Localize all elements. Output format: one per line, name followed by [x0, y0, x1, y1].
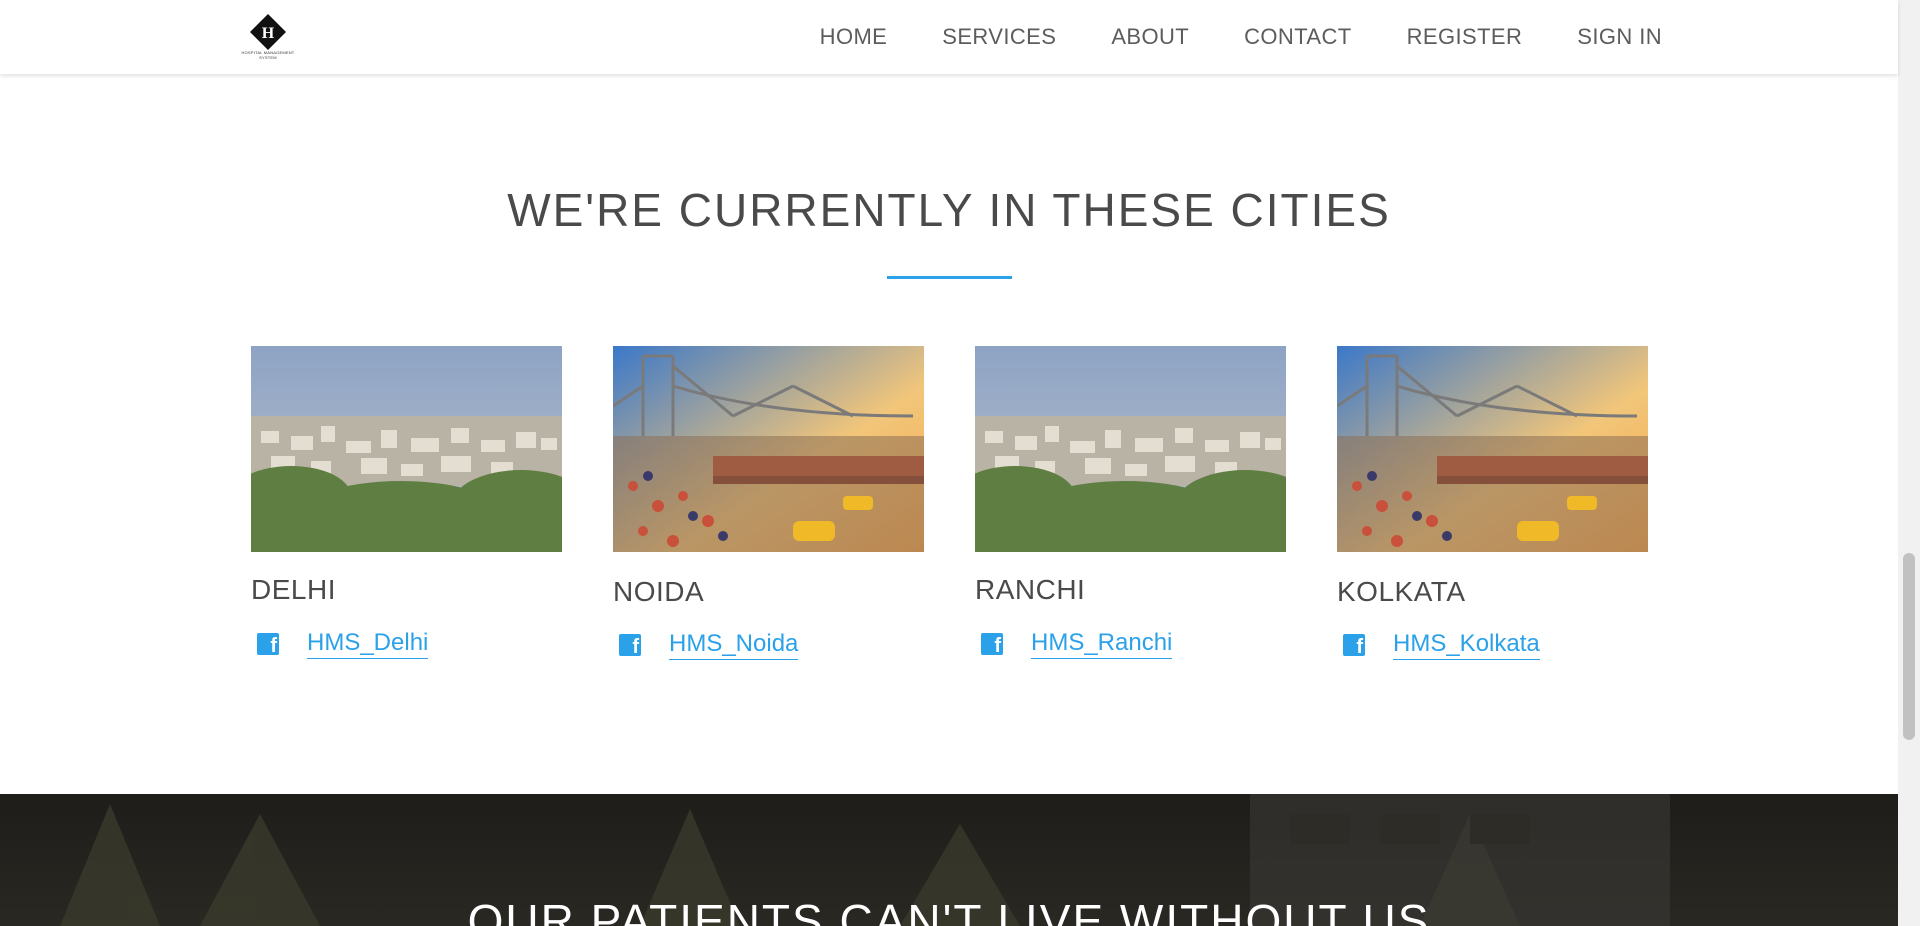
site-logo[interactable]: H HOSPITAL MANAGEMENT SYSTEM — [238, 12, 298, 60]
city-photo — [975, 346, 1286, 552]
facebook-icon[interactable]: f — [981, 633, 1003, 656]
city-facebook-link[interactable]: HMS_Kolkata — [1393, 630, 1540, 660]
nav-register[interactable]: REGISTER — [1407, 24, 1523, 50]
city-name: DELHI — [251, 574, 336, 605]
city-social-row: f HMS_Kolkata — [1343, 630, 1540, 660]
logo-caption: HOSPITAL MANAGEMENT SYSTEM — [241, 50, 295, 60]
city-photo — [251, 346, 562, 552]
city-social-row: f HMS_Ranchi — [981, 629, 1173, 659]
facebook-icon[interactable]: f — [1343, 634, 1365, 657]
city-card-ranchi: RANCHI f HMS_Ranchi — [975, 346, 1286, 659]
city-card-delhi: DELHI f HMS_Delhi — [251, 346, 562, 659]
city-photo — [613, 346, 924, 552]
main-nav: HOME SERVICES ABOUT CONTACT REGISTER SIG… — [765, 0, 1662, 74]
facebook-icon[interactable]: f — [257, 633, 279, 656]
title-divider — [887, 276, 1012, 279]
nav-sign-in[interactable]: SIGN IN — [1577, 24, 1662, 50]
testimonials-section: OUR PATIENTS CAN'T LIVE WITHOUT US — [0, 794, 1898, 926]
city-facebook-link[interactable]: HMS_Ranchi — [1031, 629, 1173, 659]
page-scrollbar[interactable] — [1898, 0, 1920, 926]
nav-services[interactable]: SERVICES — [942, 24, 1056, 50]
city-social-row: f HMS_Delhi — [257, 629, 429, 659]
city-photo — [1337, 346, 1648, 552]
city-facebook-link[interactable]: HMS_Noida — [669, 630, 799, 660]
city-facebook-link[interactable]: HMS_Delhi — [307, 629, 429, 659]
city-card-kolkata: KOLKATA f HMS_Kolkata — [1337, 346, 1648, 660]
section-title: WE'RE CURRENTLY IN THESE CITIES — [507, 184, 1391, 236]
city-card-noida: NOIDA f HMS_Noida — [613, 346, 924, 660]
scrollbar-thumb[interactable] — [1903, 553, 1915, 740]
city-social-row: f HMS_Noida — [619, 630, 799, 660]
nav-home[interactable]: HOME — [820, 24, 888, 50]
nav-about[interactable]: ABOUT — [1111, 24, 1189, 50]
city-name: RANCHI — [975, 574, 1086, 605]
city-name: NOIDA — [613, 576, 705, 607]
testimonials-title: OUR PATIENTS CAN'T LIVE WITHOUT US — [467, 895, 1431, 926]
city-name: KOLKATA — [1337, 576, 1466, 607]
nav-contact[interactable]: CONTACT — [1244, 24, 1352, 50]
svg-text:H: H — [262, 25, 275, 42]
top-navbar: H HOSPITAL MANAGEMENT SYSTEM HOME SERVIC… — [0, 0, 1898, 74]
facebook-icon[interactable]: f — [619, 634, 641, 657]
